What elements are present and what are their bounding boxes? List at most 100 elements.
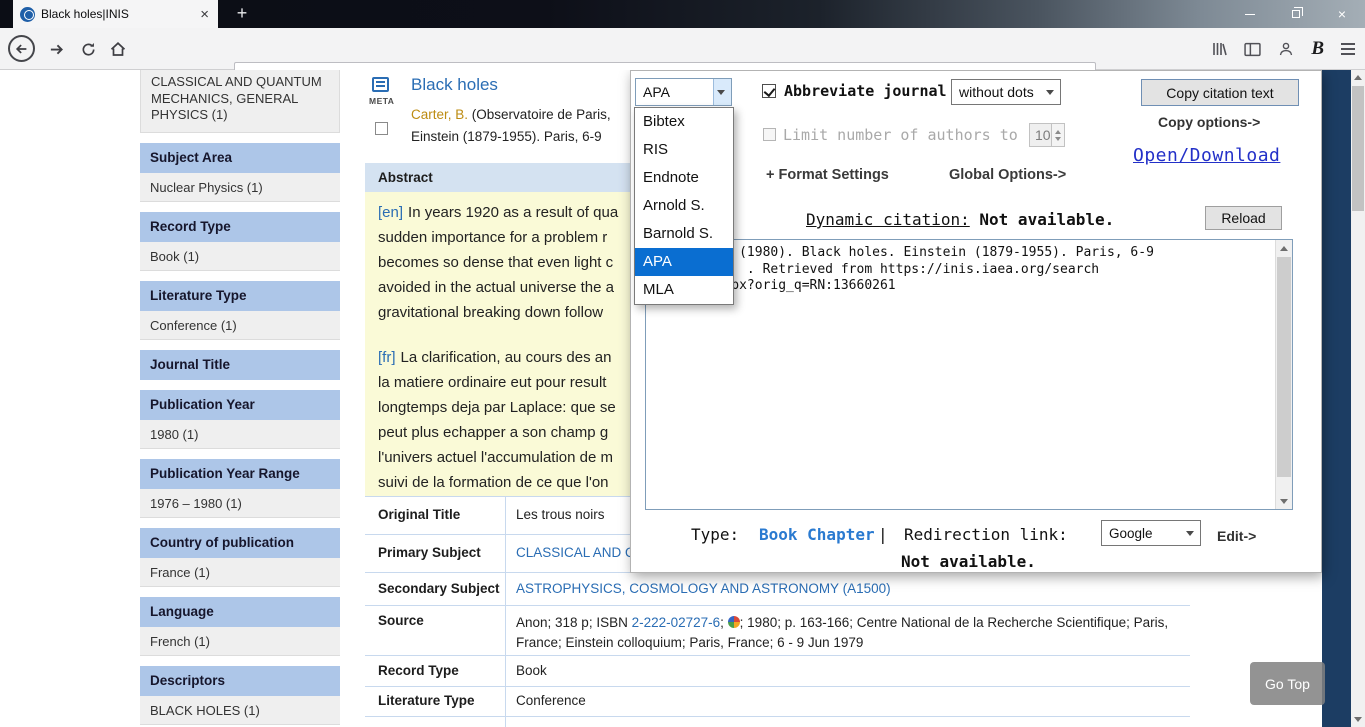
citation-format-select[interactable]: APA bbox=[635, 78, 732, 106]
copy-options-link[interactable]: Copy options-> bbox=[1158, 114, 1260, 130]
abstract-text: La clarification, au cours des an bbox=[401, 349, 612, 366]
refresh-button[interactable] bbox=[74, 35, 102, 63]
row-label: Primary Subject bbox=[365, 535, 505, 572]
facet-header-descriptors: Descriptors bbox=[140, 666, 340, 696]
edit-link[interactable]: Edit-> bbox=[1217, 528, 1256, 544]
secondary-subject-link[interactable]: ASTROPHYSICS, COSMOLOGY AND ASTRONOMY (A… bbox=[516, 581, 891, 596]
menu-hamburger-icon[interactable] bbox=[1341, 43, 1355, 55]
meta-badge: META bbox=[369, 96, 394, 106]
table-row: Source Anon; 318 p; ISBN 2-222-02727-6; … bbox=[365, 605, 1190, 655]
toolbar-right: B bbox=[1211, 35, 1355, 63]
dynamic-citation-label: Dynamic citation: bbox=[806, 210, 970, 229]
abbreviate-journal-label: Abbreviate journal bbox=[784, 82, 947, 100]
textarea-scrollbar[interactable] bbox=[1275, 240, 1292, 509]
tab-close-icon[interactable]: × bbox=[198, 7, 211, 22]
facet-value-nuclear-physics[interactable]: Nuclear Physics (1) bbox=[140, 173, 340, 202]
facet-header-country: Country of publication bbox=[140, 528, 340, 558]
abstract-text: In years 1920 as a result of qua bbox=[408, 204, 618, 221]
new-tab-button[interactable]: + bbox=[229, 2, 255, 26]
open-download-link[interactable]: Open/Download bbox=[1133, 145, 1280, 166]
account-icon[interactable] bbox=[1278, 41, 1294, 57]
go-top-button[interactable]: Go Top bbox=[1250, 662, 1325, 705]
bibitnow-extension-icon[interactable]: B bbox=[1311, 39, 1324, 59]
abstract-en-tag-link[interactable]: [en] bbox=[378, 204, 403, 221]
dots-style-select[interactable]: without dots bbox=[951, 79, 1061, 105]
dropdown-option-barnold[interactable]: Barnold S. bbox=[635, 220, 733, 248]
facet-header-literature-type: Literature Type bbox=[140, 281, 340, 311]
author-link[interactable]: Carter, B. bbox=[411, 107, 468, 122]
page-scrollbar[interactable] bbox=[1351, 70, 1365, 727]
number-spinner[interactable] bbox=[1051, 124, 1064, 146]
browser-tab[interactable]: Black holes|INIS × bbox=[13, 0, 218, 28]
dropdown-option-arnold[interactable]: Arnold S. bbox=[635, 192, 733, 220]
format-dropdown-list: Bibtex RIS Endnote Arnold S. Barnold S. … bbox=[634, 107, 734, 305]
facet-value-1976-1980[interactable]: 1976 – 1980 (1) bbox=[140, 489, 340, 518]
citation-line: /search.aspx?orig_q=RN:13660261 bbox=[653, 278, 1271, 295]
separator: | bbox=[878, 525, 888, 544]
facet-value-partial[interactable]: CLASSICAL AND QUANTUM MECHANICS, GENERAL… bbox=[140, 70, 340, 133]
scroll-down-arrow[interactable] bbox=[1351, 712, 1365, 727]
format-settings-link[interactable]: + Format Settings bbox=[766, 167, 889, 183]
author-affiliation: (Observatoire de Paris, bbox=[472, 107, 611, 122]
facet-value-conference[interactable]: Conference (1) bbox=[140, 311, 340, 340]
scroll-up-arrow[interactable] bbox=[1276, 240, 1292, 256]
result-subtitle: Einstein (1879-1955). Paris, 6-9 bbox=[411, 129, 602, 144]
scrollbar-thumb[interactable] bbox=[1277, 257, 1291, 477]
type-label: Type: bbox=[691, 525, 739, 544]
home-button[interactable] bbox=[104, 35, 132, 63]
dropdown-option-apa[interactable]: APA bbox=[635, 248, 733, 276]
forward-button[interactable] bbox=[42, 35, 70, 63]
scrollbar-thumb[interactable] bbox=[1352, 86, 1364, 211]
worldcat-icon[interactable] bbox=[728, 616, 740, 628]
citation-line: Carter, B. (1980). Black holes. Einstein… bbox=[653, 245, 1271, 262]
result-title-link[interactable]: Black holes bbox=[411, 75, 498, 95]
facet-value-french[interactable]: French (1) bbox=[140, 627, 340, 656]
limit-authors-input[interactable]: 10 bbox=[1029, 123, 1065, 147]
dynamic-citation-status: Not available. bbox=[970, 210, 1115, 229]
limit-authors-checkbox[interactable] bbox=[763, 128, 776, 141]
global-options-link[interactable]: Global Options-> bbox=[949, 167, 1066, 183]
chevron-down-icon bbox=[1186, 531, 1194, 536]
meta-icon bbox=[372, 77, 389, 92]
facet-value-france[interactable]: France (1) bbox=[140, 558, 340, 587]
dropdown-option-bibtex[interactable]: Bibtex bbox=[635, 108, 733, 136]
facet-value-1980[interactable]: 1980 (1) bbox=[140, 420, 340, 449]
minimize-button[interactable] bbox=[1227, 0, 1273, 28]
citation-popup: APA Bibtex RIS Endnote Arnold S. Barnold… bbox=[630, 70, 1322, 573]
scroll-down-arrow[interactable] bbox=[1276, 493, 1292, 509]
facet-header-journal-title: Journal Title bbox=[140, 350, 340, 380]
redirection-label: Redirection link: bbox=[904, 525, 1068, 544]
type-value-link[interactable]: Book Chapter bbox=[759, 525, 875, 544]
tab-favicon-icon bbox=[20, 7, 35, 22]
dropdown-option-endnote[interactable]: Endnote bbox=[635, 164, 733, 192]
dropdown-option-mla[interactable]: MLA bbox=[635, 276, 733, 304]
limit-authors-label: Limit number of authors to bbox=[783, 126, 1018, 144]
redirection-select[interactable]: Google bbox=[1101, 520, 1201, 546]
restore-button[interactable] bbox=[1273, 0, 1319, 28]
row-label: Country of publication bbox=[365, 717, 505, 727]
result-select-checkbox[interactable] bbox=[375, 122, 388, 135]
back-button[interactable] bbox=[8, 35, 35, 62]
citation-textarea[interactable]: Carter, B. (1980). Black holes. Einstein… bbox=[645, 239, 1293, 510]
abbreviate-journal-checkbox[interactable] bbox=[762, 84, 776, 98]
facet-value-book[interactable]: Book (1) bbox=[140, 242, 340, 271]
facet-header-publication-year-range: Publication Year Range bbox=[140, 459, 340, 489]
table-row: Record Type Book bbox=[365, 655, 1190, 686]
sidebars-icon[interactable] bbox=[1244, 42, 1261, 57]
row-label: Source bbox=[365, 606, 505, 655]
limit-value: 10 bbox=[1035, 127, 1051, 143]
abstract-fr-tag-link[interactable]: [fr] bbox=[378, 349, 396, 366]
isbn-link[interactable]: 2-222-02727-6 bbox=[632, 615, 721, 630]
dots-select-value: without dots bbox=[959, 84, 1034, 100]
reload-button[interactable]: Reload bbox=[1205, 206, 1282, 230]
primary-subject-link[interactable]: CLASSICAL AND Q bbox=[516, 545, 636, 560]
source-text: Anon; 318 p; ISBN bbox=[516, 615, 632, 630]
close-button[interactable]: × bbox=[1319, 0, 1365, 28]
copy-citation-button[interactable]: Copy citation text bbox=[1141, 79, 1299, 106]
row-label: Secondary Subject bbox=[365, 573, 505, 605]
redirection-status: Not available. bbox=[901, 552, 1036, 571]
scroll-up-arrow[interactable] bbox=[1351, 70, 1365, 85]
library-icon[interactable] bbox=[1211, 41, 1227, 57]
dropdown-option-ris[interactable]: RIS bbox=[635, 136, 733, 164]
facet-value-black-holes[interactable]: BLACK HOLES (1) bbox=[140, 696, 340, 725]
